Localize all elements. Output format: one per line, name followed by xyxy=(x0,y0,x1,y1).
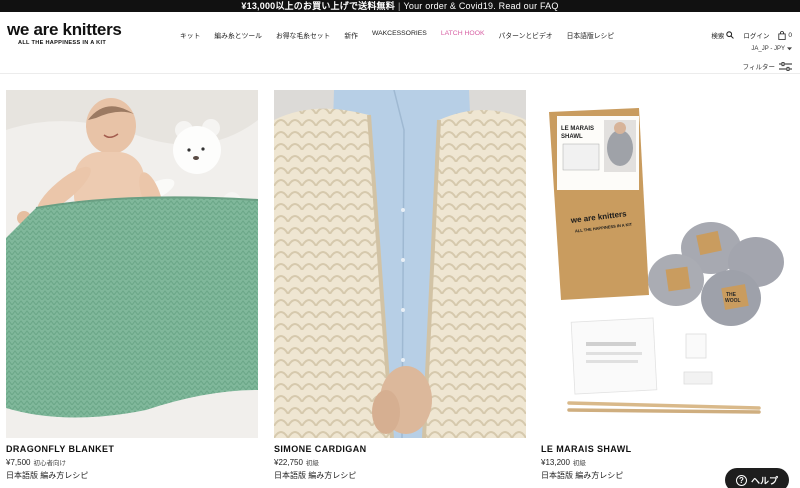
product-card-le-marais-shawl[interactable]: LE MARAIS SHAWL we are knitters ALL THE … xyxy=(541,90,793,481)
product-pattern-note: 日本語版 編み方レシピ xyxy=(274,471,357,480)
announcement-bar[interactable]: ¥13,000以上のお買い上げで送料無料 | Your order & Covid1… xyxy=(0,0,800,12)
nav-yarn-sets[interactable]: お得な毛糸セット xyxy=(276,30,330,40)
product-level: 初級 xyxy=(305,460,319,467)
header-actions: 検索 ログイン 0 xyxy=(711,30,792,40)
product-name[interactable]: SIMONE CARDIGAN xyxy=(274,444,526,454)
nav-patterns-videos[interactable]: パターンとビデオ xyxy=(499,30,553,40)
search-label: 検索 xyxy=(711,33,725,40)
product-price-line: ¥7,500 初心者向け xyxy=(6,457,258,467)
product-image-dragonfly-blanket[interactable] xyxy=(6,90,258,438)
product-price-line: ¥13,200 初級 xyxy=(541,457,793,467)
filter-button[interactable]: フィルター xyxy=(743,61,792,71)
nav-japanese-recipes[interactable]: 日本語版レシピ xyxy=(567,30,615,40)
product-price-line: ¥22,750 初級 xyxy=(274,457,526,467)
site-logo[interactable]: we are knitters ALL THE HAPPINESS IN A K… xyxy=(7,20,122,47)
product-card-dragonfly-blanket[interactable]: DRAGONFLY BLANKET ¥7,500 初心者向け 日本語版 編み方レシ… xyxy=(6,90,258,481)
logo-tagline: ALL THE HAPPINESS IN A KIT xyxy=(18,40,107,46)
bag-icon xyxy=(778,30,786,40)
announcement-separator: | xyxy=(397,1,401,11)
nav-latch-hook[interactable]: LATCH HOOK xyxy=(441,30,485,40)
nav-wakcessories[interactable]: WAKCESSORIES xyxy=(372,30,427,40)
product-price: ¥22,750 xyxy=(274,458,303,467)
product-name[interactable]: DRAGONFLY BLANKET xyxy=(6,444,258,454)
yarn-label-line2: WOOL xyxy=(725,298,741,304)
kit-box-title-1: LE MARAIS xyxy=(561,126,594,132)
product-pattern-note: 日本語版 編み方レシピ xyxy=(6,471,89,480)
chevron-down-icon xyxy=(787,47,792,51)
product-image-le-marais-shawl[interactable]: LE MARAIS SHAWL we are knitters ALL THE … xyxy=(541,90,793,438)
site-header: we are knitters ALL THE HAPPINESS IN A K… xyxy=(0,12,800,74)
main-nav: キット 編み糸とツール お得な毛糸セット 新作 WAKCESSORIES LAT… xyxy=(180,30,614,40)
product-level: 初心者向け xyxy=(33,460,66,467)
help-label: ヘルプ xyxy=(750,475,778,486)
nav-new[interactable]: 新作 xyxy=(344,30,358,40)
nav-yarns-tools[interactable]: 編み糸とツール xyxy=(214,30,262,40)
login-label: ログイン xyxy=(743,33,770,40)
product-grid: DRAGONFLY BLANKET ¥7,500 初心者向け 日本語版 編み方レシ… xyxy=(6,90,796,488)
cart-button[interactable]: 0 xyxy=(778,30,792,40)
help-button[interactable]: ? ヘルプ xyxy=(725,468,789,488)
product-price: ¥7,500 xyxy=(6,458,31,467)
filter-icon xyxy=(779,61,792,71)
kit-box-title-2: SHAWL xyxy=(561,134,583,140)
nav-kits[interactable]: キット xyxy=(180,30,200,40)
promo-text: ¥13,000以上のお買い上げで送料無料 xyxy=(241,1,395,11)
product-image-simone-cardigan[interactable] xyxy=(274,90,526,438)
product-level: 初級 xyxy=(572,460,586,467)
product-card-simone-cardigan[interactable]: SIMONE CARDIGAN ¥22,750 初級 日本語版 編み方レシピ xyxy=(274,90,526,481)
currency-selector[interactable]: JA_JP - JPY xyxy=(751,46,792,52)
help-icon: ? xyxy=(735,474,747,486)
logo-name: we are knitters xyxy=(7,20,122,39)
product-price: ¥13,200 xyxy=(541,458,570,467)
cart-count: 0 xyxy=(788,31,792,39)
login-link[interactable]: ログイン xyxy=(743,30,769,40)
search-button[interactable]: 検索 xyxy=(711,30,735,40)
search-icon xyxy=(726,31,735,39)
product-name[interactable]: LE MARAIS SHAWL xyxy=(541,444,793,454)
faq-link[interactable]: Your order & Covid19. Read our FAQ xyxy=(404,1,559,11)
filter-label: フィルター xyxy=(742,64,775,71)
currency-value: JA_JP - JPY xyxy=(751,46,785,52)
